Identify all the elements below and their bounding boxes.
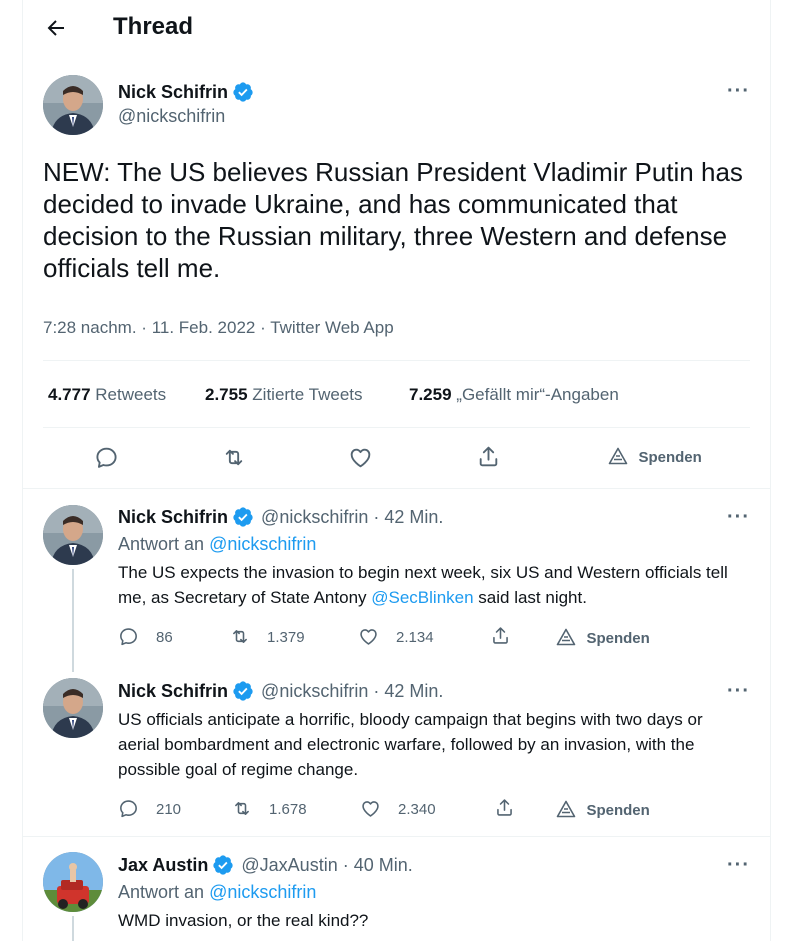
- divider: [22, 836, 771, 837]
- mention-link[interactable]: @SecBlinken: [371, 588, 473, 607]
- page-title: Thread: [113, 13, 194, 40]
- reply-count: 210: [156, 801, 182, 818]
- more-options-icon[interactable]: ···: [727, 80, 750, 103]
- author-name[interactable]: Nick Schifrin: [118, 82, 228, 102]
- more-options-icon[interactable]: ···: [727, 854, 750, 877]
- arrow-left-icon[interactable]: [44, 16, 68, 40]
- author-block[interactable]: Nick Schifrin @nickschifrin: [118, 81, 253, 127]
- tweet-text: NEW: The US believes Russian President V…: [43, 157, 743, 283]
- reply-header: Nick Schifrin @nickschifrin · 42 Min.: [118, 680, 444, 701]
- divider: [22, 488, 771, 489]
- reply-to-line: Antwort an @nickschifrin: [118, 534, 317, 554]
- thread-connector: [72, 569, 74, 672]
- avatar[interactable]: [43, 678, 103, 738]
- share-icon[interactable]: [476, 444, 501, 469]
- tweet-stats: 4.777 Retweets: [48, 385, 166, 405]
- author-handle[interactable]: @nickschifrin: [118, 106, 252, 127]
- spenden-button[interactable]: Spenden: [608, 447, 702, 467]
- reply-text: The US expects the invasion to begin nex…: [118, 563, 728, 607]
- tip-jar-icon: [608, 447, 628, 465]
- verified-badge-icon: [232, 506, 253, 527]
- tip-jar-icon: [556, 800, 576, 818]
- tweet-timestamp[interactable]: 7:28 nachm. · 11. Feb. 2022 · Twitter We…: [43, 318, 394, 338]
- spenden-button[interactable]: Spenden: [556, 628, 650, 648]
- share-icon[interactable]: [490, 625, 511, 646]
- retweets-stat[interactable]: 4.777 Retweets: [48, 385, 166, 404]
- reply-icon[interactable]: [118, 798, 139, 819]
- verified-badge-icon: [212, 854, 233, 875]
- retweet-icon[interactable]: [231, 798, 253, 819]
- quote-tweets-stat[interactable]: 2.755 Zitierte Tweets: [205, 385, 363, 405]
- reply-count: 86: [156, 629, 173, 646]
- verified-badge-icon: [232, 81, 253, 102]
- divider: [43, 427, 750, 428]
- avatar[interactable]: [43, 852, 103, 912]
- avatar[interactable]: [43, 505, 103, 565]
- reply-text: WMD invasion, or the real kind??: [118, 911, 369, 930]
- heart-icon[interactable]: [358, 626, 379, 647]
- tip-jar-icon: [556, 628, 576, 646]
- retweet-count: 1.379: [267, 629, 305, 646]
- avatar[interactable]: [43, 75, 103, 135]
- heart-icon[interactable]: [348, 445, 373, 470]
- reply-icon[interactable]: [118, 626, 139, 647]
- reply-to-line: Antwort an @nickschifrin: [118, 882, 317, 902]
- reply-header: Jax Austin @JaxAustin · 40 Min.: [118, 854, 413, 875]
- spenden-button[interactable]: Spenden: [556, 800, 650, 820]
- more-options-icon[interactable]: ···: [727, 680, 750, 703]
- retweet-icon[interactable]: [221, 445, 247, 470]
- like-count: 2.134: [396, 629, 434, 646]
- likes-stat[interactable]: 7.259 „Gefällt mir“-Angaben: [409, 385, 619, 405]
- retweet-icon[interactable]: [229, 626, 251, 647]
- more-options-icon[interactable]: ···: [727, 506, 750, 529]
- reply-icon[interactable]: [94, 445, 119, 470]
- thread-connector: [72, 916, 74, 941]
- share-icon[interactable]: [494, 797, 515, 818]
- verified-badge-icon: [232, 680, 253, 701]
- like-count: 2.340: [398, 801, 436, 818]
- divider: [43, 360, 750, 361]
- heart-icon[interactable]: [360, 798, 381, 819]
- reply-header: Nick Schifrin @nickschifrin · 42 Min.: [118, 506, 444, 527]
- retweet-count: 1.678: [269, 801, 307, 818]
- reply-text: US officials anticipate a horrific, bloo…: [118, 710, 703, 779]
